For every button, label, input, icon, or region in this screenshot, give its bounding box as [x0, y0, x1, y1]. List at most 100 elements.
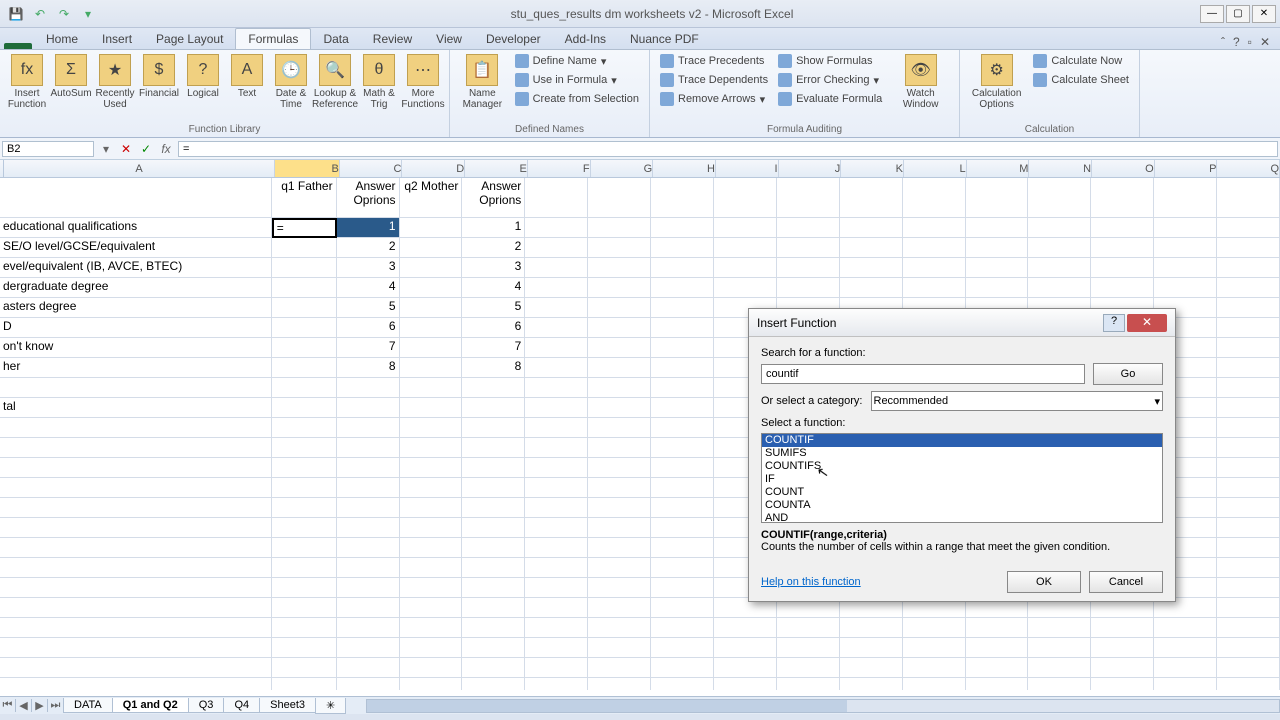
sheet-tab-data[interactable]: DATA	[63, 698, 113, 713]
save-icon[interactable]: 💾	[6, 5, 26, 23]
date-time-button[interactable]: 🕒Date & Time	[270, 52, 312, 112]
calculate-now-button[interactable]: Calculate Now	[1029, 52, 1133, 70]
cell[interactable]: q2 Mother	[400, 178, 463, 218]
col-header-p[interactable]: P	[1155, 160, 1218, 177]
tab-home[interactable]: Home	[34, 29, 90, 49]
sheet-nav-last-icon[interactable]: ⏭	[48, 699, 64, 712]
cell[interactable]: her	[0, 358, 272, 378]
cell[interactable]: 7	[337, 338, 400, 358]
cell[interactable]: 1	[337, 218, 400, 238]
cell[interactable]	[272, 398, 337, 418]
cell[interactable]	[272, 358, 337, 378]
cell[interactable]: 8	[337, 358, 400, 378]
cell[interactable]	[272, 278, 337, 298]
cell[interactable]: D	[0, 318, 272, 338]
col-header-q[interactable]: Q	[1217, 160, 1280, 177]
calculation-options-button[interactable]: ⚙Calculation Options	[966, 52, 1027, 112]
cell[interactable]: evel/equivalent (IB, AVCE, BTEC)	[0, 258, 272, 278]
help-icon[interactable]: ?	[1233, 35, 1240, 49]
function-list[interactable]: COUNTIFSUMIFSCOUNTIFSIFCOUNTCOUNTAAND	[761, 433, 1163, 523]
col-header-j[interactable]: J	[779, 160, 842, 177]
tab-developer[interactable]: Developer	[474, 29, 553, 49]
cell[interactable]: tal	[0, 398, 272, 418]
sheet-nav-first-icon[interactable]: ⏮	[0, 699, 16, 712]
tab-data[interactable]: Data	[311, 29, 360, 49]
cell[interactable]	[337, 398, 400, 418]
fx-icon[interactable]: fx	[156, 142, 176, 156]
error-checking-button[interactable]: Error Checking ▾	[774, 71, 886, 89]
cell[interactable]: 5	[337, 298, 400, 318]
col-header-m[interactable]: M	[967, 160, 1030, 177]
sheet-tab-q3[interactable]: Q3	[188, 698, 225, 713]
cell[interactable]	[400, 358, 463, 378]
cell[interactable]	[400, 338, 463, 358]
cell[interactable]	[272, 378, 337, 398]
dialog-close-button[interactable]: ✕	[1127, 314, 1167, 332]
cell[interactable]	[272, 298, 337, 318]
logical-button[interactable]: ?Logical	[182, 52, 224, 101]
col-header-e[interactable]: E	[465, 160, 528, 177]
cancel-formula-icon[interactable]: ✕	[116, 142, 136, 156]
tab-insert[interactable]: Insert	[90, 29, 144, 49]
cancel-button[interactable]: Cancel	[1089, 571, 1163, 593]
col-header-f[interactable]: F	[528, 160, 591, 177]
autosum-button[interactable]: ΣAutoSum	[50, 52, 92, 101]
cell[interactable]: 6	[337, 318, 400, 338]
minimize-button[interactable]: —	[1200, 5, 1224, 23]
cell[interactable]: 4	[337, 278, 400, 298]
math-trig-button[interactable]: θMath & Trig	[358, 52, 400, 112]
undo-icon[interactable]: ↶	[30, 5, 50, 23]
financial-button[interactable]: $Financial	[138, 52, 180, 101]
cell[interactable]	[462, 398, 525, 418]
cell[interactable]	[272, 338, 337, 358]
cell[interactable]	[337, 378, 400, 398]
file-tab[interactable]	[4, 43, 32, 49]
tab-nuance[interactable]: Nuance PDF	[618, 29, 711, 49]
cell[interactable]	[272, 238, 337, 258]
cell[interactable]: 7	[462, 338, 525, 358]
lookup-button[interactable]: 🔍Lookup & Reference	[314, 52, 356, 112]
tab-review[interactable]: Review	[361, 29, 424, 49]
cell[interactable]	[400, 318, 463, 338]
go-button[interactable]: Go	[1093, 363, 1163, 385]
function-list-item[interactable]: COUNT	[762, 486, 1162, 499]
sheet-nav-next-icon[interactable]: ▶	[32, 699, 48, 712]
col-header-b[interactable]: B	[275, 160, 340, 177]
cell[interactable]	[400, 278, 463, 298]
cell[interactable]	[272, 318, 337, 338]
cell[interactable]	[400, 218, 463, 238]
tab-view[interactable]: View	[424, 29, 474, 49]
recently-used-button[interactable]: ★Recently Used	[94, 52, 136, 112]
text-button[interactable]: AText	[226, 52, 268, 101]
cell[interactable]: on't know	[0, 338, 272, 358]
show-formulas-button[interactable]: Show Formulas	[774, 52, 886, 70]
col-header-i[interactable]: I	[716, 160, 779, 177]
cell[interactable]: educational qualifications	[0, 218, 272, 238]
cell[interactable]: 1	[462, 218, 525, 238]
function-list-item[interactable]: IF	[762, 473, 1162, 486]
cell[interactable]: SE/O level/GCSE/equivalent	[0, 238, 272, 258]
cell[interactable]: 4	[462, 278, 525, 298]
sheet-tab-q1q2[interactable]: Q1 and Q2	[112, 698, 189, 713]
col-header-d[interactable]: D	[402, 160, 465, 177]
more-functions-button[interactable]: ⋯More Functions	[402, 52, 444, 112]
use-in-formula-button[interactable]: Use in Formula ▾	[511, 71, 643, 89]
cell[interactable]	[272, 258, 337, 278]
cell[interactable]: 8	[462, 358, 525, 378]
cell[interactable]	[0, 178, 272, 218]
restore-down-icon[interactable]: ▫	[1248, 35, 1252, 49]
function-list-item[interactable]: AND	[762, 512, 1162, 523]
cell[interactable]: 6	[462, 318, 525, 338]
cell[interactable]	[0, 378, 272, 398]
cell[interactable]	[400, 298, 463, 318]
watch-window-button[interactable]: 👁Watch Window	[888, 52, 953, 112]
name-box[interactable]	[2, 141, 94, 157]
cell[interactable]: 3	[462, 258, 525, 278]
cell[interactable]: 5	[462, 298, 525, 318]
close-window-button[interactable]: ✕	[1252, 5, 1276, 23]
cell[interactable]: 2	[462, 238, 525, 258]
function-list-item[interactable]: SUMIFS	[762, 447, 1162, 460]
cell[interactable]: q1 Father	[272, 178, 337, 218]
cell[interactable]	[462, 378, 525, 398]
function-list-item[interactable]: COUNTIF	[762, 434, 1162, 447]
